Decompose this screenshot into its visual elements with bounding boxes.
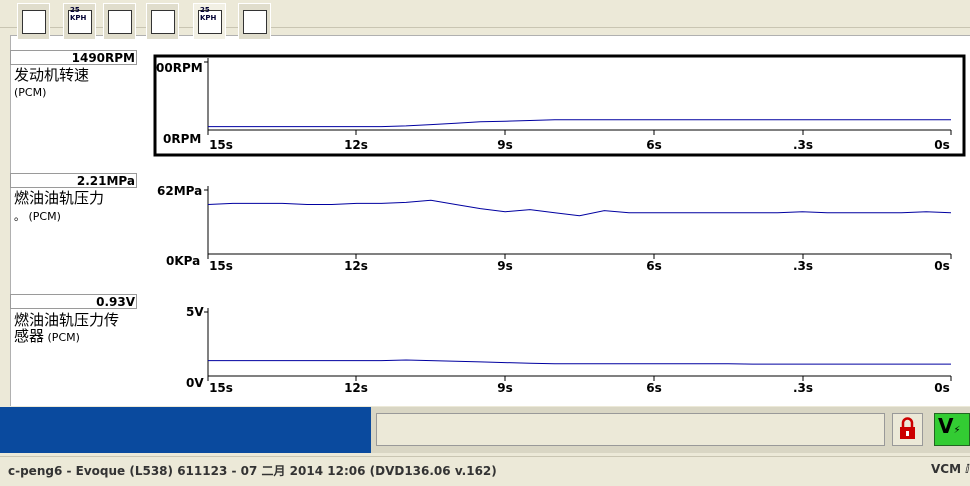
x-tick-label: 0s xyxy=(934,381,950,395)
graphs-canvas: 15s 12s 9s 6s .3s 0s 15s 12s 9s 6s .3s 0s 15s 12s 9s 6s… xyxy=(153,54,966,395)
lock-icon xyxy=(900,417,915,439)
x-tick-label: 12s xyxy=(344,259,368,273)
vcm-status: VCM ⅈ xyxy=(931,462,970,476)
x-tick-label: 6s xyxy=(646,138,662,152)
speed-wave-button[interactable]: 25 KPH xyxy=(193,3,226,40)
x-tick-label: 9s xyxy=(497,381,513,395)
vcm-spark-icon: ⚡ xyxy=(953,425,961,436)
series-line xyxy=(208,359,951,365)
lock-button[interactable] xyxy=(892,413,923,446)
x-tick-label: 12s xyxy=(344,381,368,395)
network-button[interactable] xyxy=(146,3,179,40)
x-tick-label: .3s xyxy=(793,259,813,273)
hand-bars-icon xyxy=(108,10,132,34)
x-tick-label: 15s xyxy=(209,381,233,395)
globe-list-icon xyxy=(151,10,175,34)
speed-graph-button[interactable]: 25 KPH xyxy=(63,3,96,40)
x-tick-label: 9s xyxy=(497,259,513,273)
vcm-v-icon: V xyxy=(938,414,954,438)
kph-badge: 25 KPH xyxy=(200,6,217,22)
x-tick-label: 9s xyxy=(497,138,513,152)
x-tick-label: 15s xyxy=(209,259,233,273)
vcm-button[interactable]: V⚡ xyxy=(934,413,970,446)
session-info: c-peng6 - Evoque (L538) 611123 - 07 二月 2… xyxy=(8,464,497,478)
x-tick-label: 6s xyxy=(646,381,662,395)
x-tick-label: .3s xyxy=(793,381,813,395)
x-tick-label: 15s xyxy=(209,138,233,152)
x-tick-label: 0s xyxy=(934,138,950,152)
diagnostic-button[interactable] xyxy=(238,3,271,40)
x-tick-label: 12s xyxy=(344,138,368,152)
message-field xyxy=(376,413,885,446)
hand-clipboard-icon xyxy=(22,10,46,34)
x-tick-label: 0s xyxy=(934,259,950,273)
kph-badge: 25 KPH xyxy=(70,6,87,22)
series-line xyxy=(208,119,951,128)
series-line xyxy=(207,199,952,217)
x-tick-label: 6s xyxy=(646,259,662,273)
datalogger-button[interactable] xyxy=(103,3,136,40)
status-bar: c-peng6 - Evoque (L538) 611123 - 07 二月 2… xyxy=(0,456,970,486)
x-tick-label: .3s xyxy=(793,138,813,152)
gears-icon xyxy=(243,10,267,34)
selected-graph-frame xyxy=(153,54,966,157)
monitor-button[interactable] xyxy=(17,3,50,40)
